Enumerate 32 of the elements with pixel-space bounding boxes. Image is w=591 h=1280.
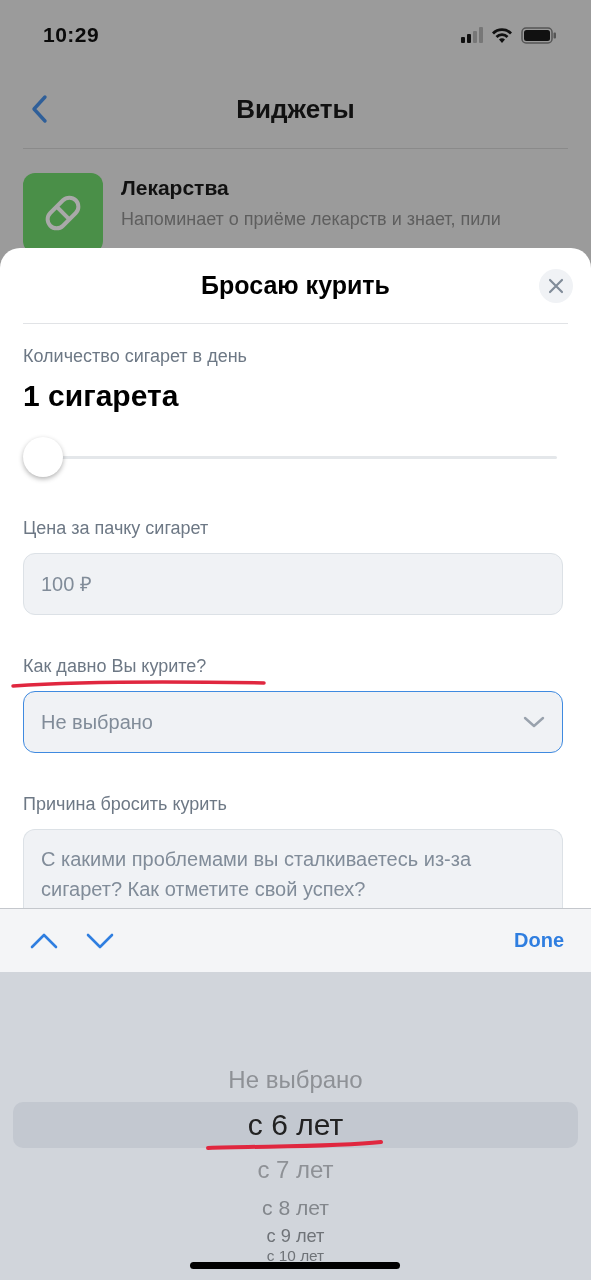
picker-option[interactable]: с 7 лет [257, 1148, 334, 1192]
next-field-button[interactable] [86, 931, 114, 950]
field-label: Как давно Вы курите? [23, 656, 207, 677]
battery-icon [521, 26, 557, 44]
picker-option[interactable]: с 6 лет [13, 1102, 578, 1148]
signal-icon [461, 27, 483, 43]
slider-track[interactable] [23, 437, 557, 477]
value-text: 1 сигарета [23, 379, 180, 413]
picker-option[interactable]: Не выбрано [228, 1058, 363, 1102]
sheet-title: Бросаю курить [201, 271, 390, 300]
slider-thumb[interactable] [23, 437, 63, 477]
done-button[interactable]: Done [514, 929, 564, 952]
close-button[interactable] [539, 269, 573, 303]
widget-description: Напоминает о приёме лекарств и знает, пили [121, 208, 501, 231]
chevron-down-icon [523, 715, 545, 729]
widget-title: Лекарства [121, 176, 230, 200]
reason-field[interactable]: С какими проблемами вы сталкиваетесь из-за сигарет? Как отметите свой успех? [23, 829, 563, 908]
picker-option[interactable]: с 9 лет [266, 1224, 325, 1247]
close-icon [548, 278, 564, 294]
previous-field-button[interactable] [30, 931, 58, 950]
picker-option[interactable]: с 10 лет [266, 1246, 325, 1266]
wifi-icon [491, 27, 513, 43]
page-title: Виджеты [236, 93, 355, 125]
select-field[interactable]: Не выбрано [23, 691, 563, 753]
chevron-down-icon [86, 931, 114, 950]
price-field[interactable]: 100 ₽ [23, 553, 563, 615]
field-label: Цена за пачку сигарет [23, 518, 209, 539]
chevron-up-icon [30, 931, 58, 950]
field-label: Причина бросить курить [23, 794, 227, 815]
picker-option[interactable]: с 8 лет [261, 1192, 330, 1225]
field-label: Количество сигарет в день [23, 346, 247, 367]
clock-time: 10:29 [43, 23, 100, 47]
